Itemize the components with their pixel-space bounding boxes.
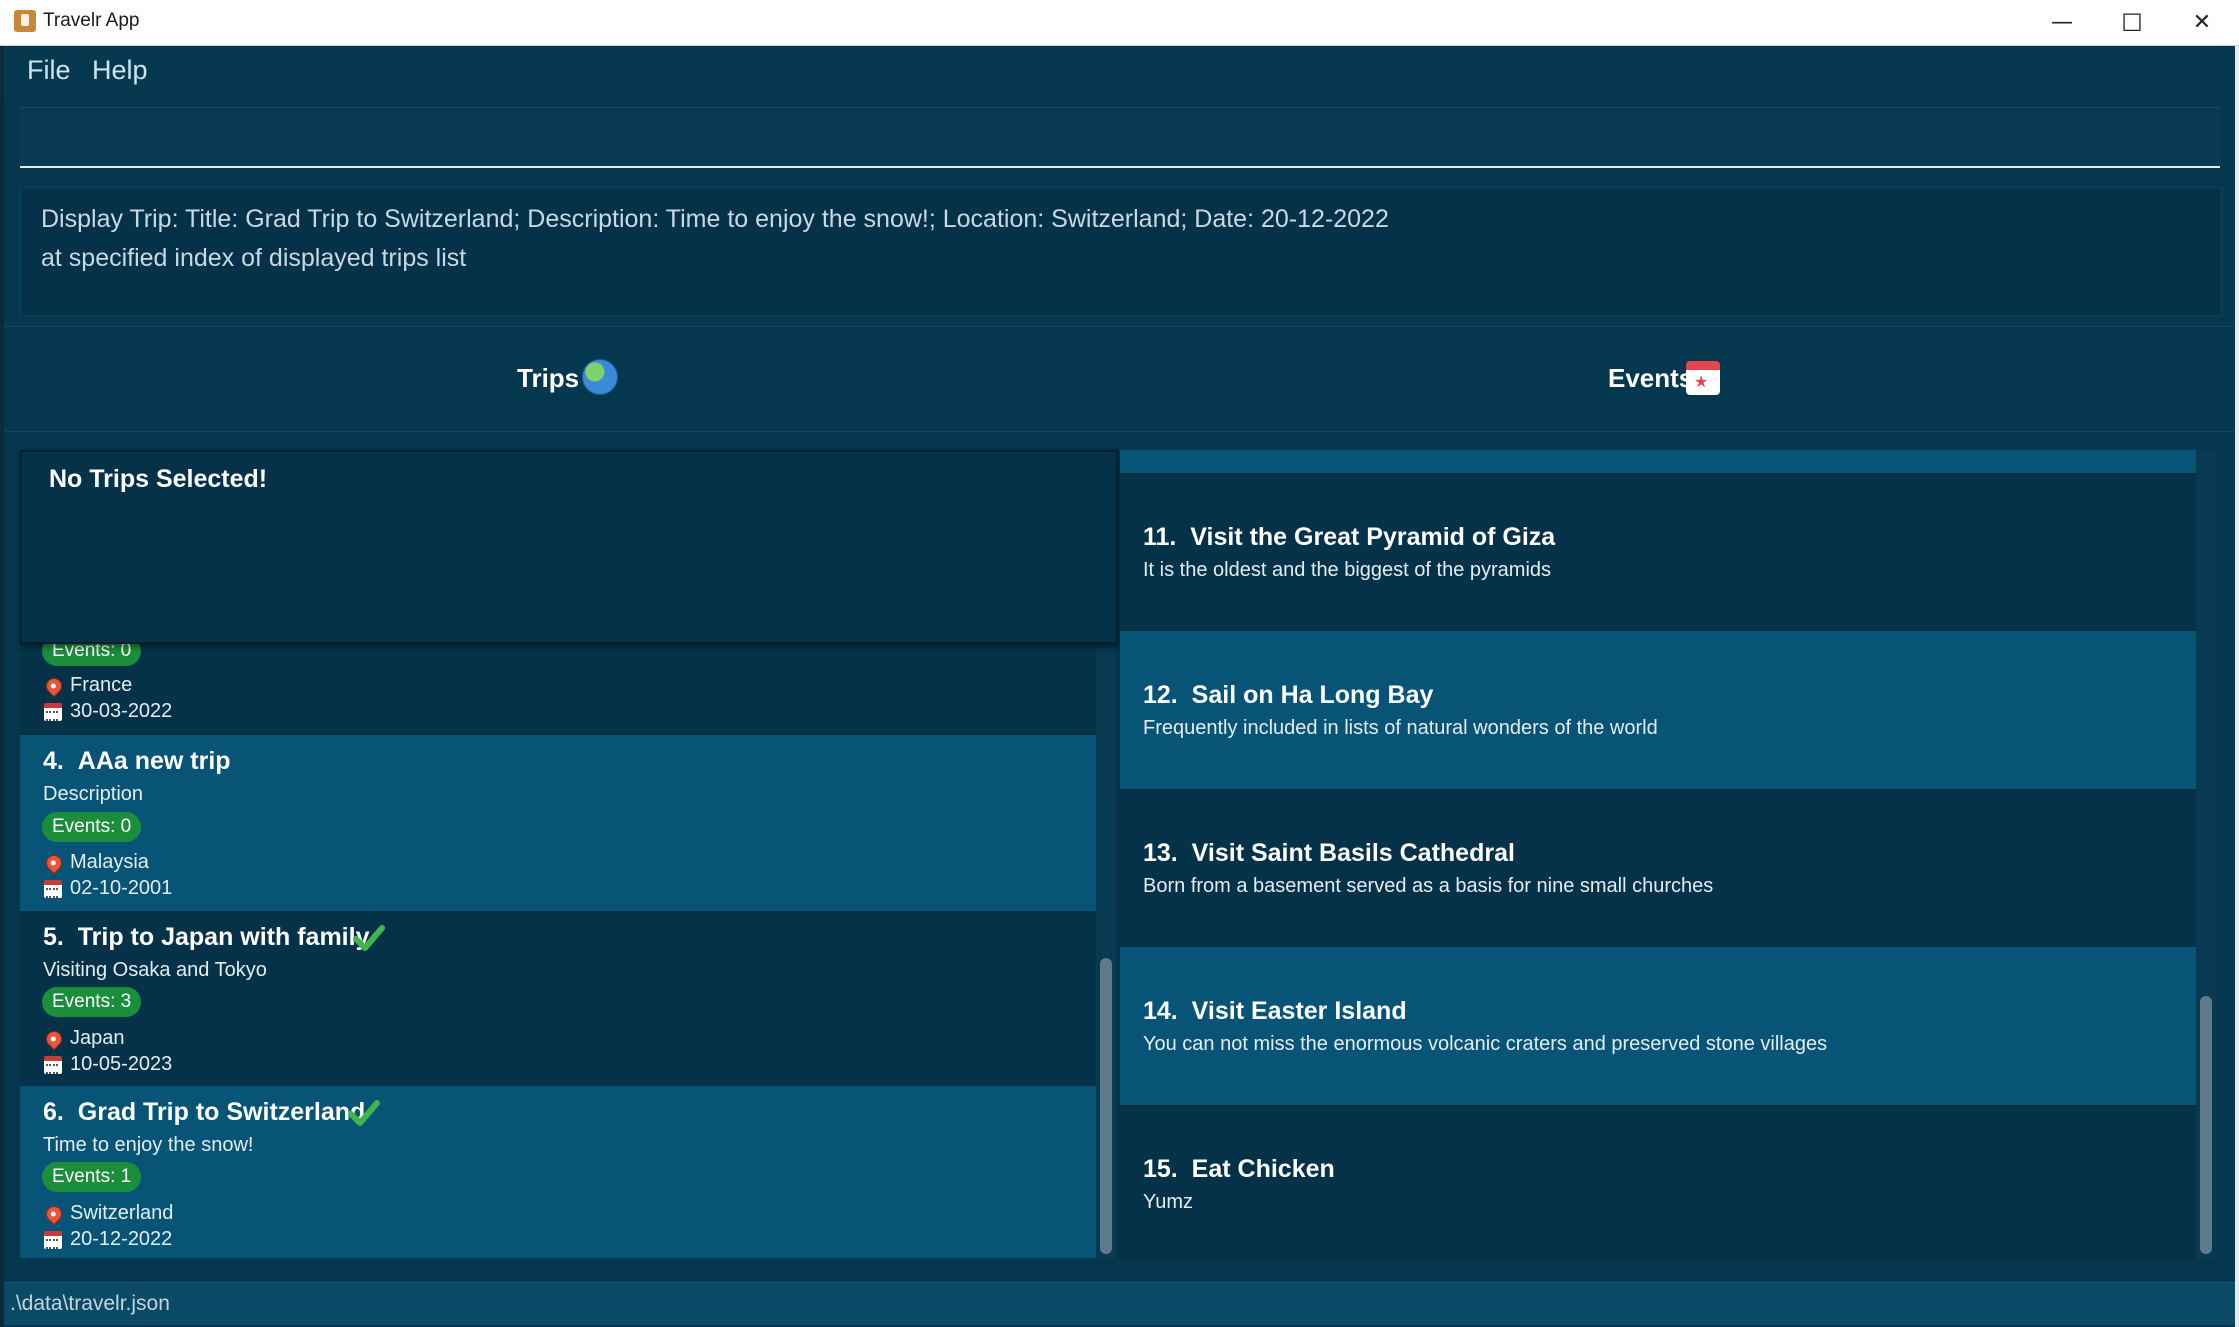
event-title: 13. Visit Saint Basils Cathedral xyxy=(1143,839,1515,868)
event-description: You can not miss the enormous volcanic c… xyxy=(1143,1033,1828,1055)
trip-date: 02-10-2001 xyxy=(70,877,173,899)
event-title-text: Visit Easter Island xyxy=(1191,997,1407,1025)
event-title-text: Eat Chicken xyxy=(1191,1155,1335,1183)
completed-check-icon xyxy=(353,925,385,951)
trip-description: Time to enjoy the snow! xyxy=(43,1134,254,1156)
trip-location: Switzerland xyxy=(70,1202,174,1224)
menu-help[interactable]: Help xyxy=(92,55,148,86)
globe-icon xyxy=(582,359,618,395)
event-title-text: Sail on Ha Long Bay xyxy=(1191,681,1434,709)
completed-check-icon xyxy=(348,1100,380,1126)
event-index: 12. xyxy=(1143,681,1178,709)
trip-title: 4. AAa new trip xyxy=(43,747,231,776)
command-input[interactable] xyxy=(20,107,2220,168)
location-pin-icon xyxy=(42,1202,66,1226)
data-file-path: .\data\travelr.json xyxy=(10,1292,170,1315)
trip-location: Malaysia xyxy=(70,851,149,873)
trip-title: 5. Trip to Japan with family xyxy=(43,923,369,952)
no-trip-selected-message: No Trips Selected! xyxy=(49,465,268,493)
event-index: 13. xyxy=(1143,839,1178,867)
status-bar: .\data\travelr.json xyxy=(4,1282,2235,1325)
trip-card[interactable]: 6. Grad Trip to Switzerland Time to enjo… xyxy=(20,1086,1096,1258)
app-icon xyxy=(14,10,36,32)
event-card[interactable]: 15. Eat Chicken Yumz xyxy=(1120,1105,2196,1260)
minimize-button[interactable]: — xyxy=(2027,0,2097,45)
trip-title-text: AAa new trip xyxy=(77,747,231,775)
trip-card[interactable]: 5. Trip to Japan with family Visiting Os… xyxy=(20,911,1096,1086)
result-line-1: Display Trip: Title: Grad Trip to Switze… xyxy=(41,205,1389,233)
event-title-text: Visit the Great Pyramid of Giza xyxy=(1190,523,1556,551)
event-title: 11. Visit the Great Pyramid of Giza xyxy=(1143,523,1555,552)
event-index: 14. xyxy=(1143,997,1178,1025)
event-list[interactable]: 11. Visit the Great Pyramid of Giza It i… xyxy=(1120,450,2196,1260)
trip-title-text: Trip to Japan with family xyxy=(77,923,370,951)
event-description: It is the oldest and the biggest of the … xyxy=(1143,559,1552,581)
trip-index: 4. xyxy=(43,747,64,775)
location-pin-icon xyxy=(42,674,66,698)
window-left-border xyxy=(0,46,4,1327)
date-calendar-icon xyxy=(44,703,62,721)
location-pin-icon xyxy=(42,851,66,875)
date-calendar-icon xyxy=(44,880,62,898)
trip-date: 10-05-2023 xyxy=(70,1053,173,1075)
event-title-text: Visit Saint Basils Cathedral xyxy=(1191,839,1515,867)
trip-card[interactable]: 4. AAa new trip Description Events: 0 Ma… xyxy=(20,735,1096,911)
trip-location: France xyxy=(70,674,133,696)
menu-bar: File Help xyxy=(4,46,2235,98)
maximize-button[interactable]: ☐ xyxy=(2097,0,2167,45)
events-count-badge: Events: 1 xyxy=(42,1162,142,1192)
trip-location: Japan xyxy=(70,1027,125,1049)
location-pin-icon xyxy=(42,1027,66,1051)
trip-date: 30-03-2022 xyxy=(70,700,173,722)
event-list-scrollbar[interactable] xyxy=(2196,450,2216,1258)
trip-title-text: Grad Trip to Switzerland xyxy=(77,1098,366,1126)
tab-trips[interactable]: Trips xyxy=(517,363,579,394)
list-headers: Trips Events xyxy=(4,326,2235,432)
tab-events[interactable]: Events xyxy=(1608,363,1693,394)
events-count-badge: Events: 0 xyxy=(42,812,142,842)
event-index: 11. xyxy=(1143,523,1177,551)
minimize-icon: — xyxy=(2051,10,2073,35)
close-icon: ✕ xyxy=(2192,10,2212,35)
result-text: Display Trip: Title: Grad Trip to Switze… xyxy=(41,200,1389,278)
window-title: Travelr App xyxy=(43,10,140,31)
result-display: Display Trip: Title: Grad Trip to Switze… xyxy=(20,187,2222,316)
event-description: Frequently included in lists of natural … xyxy=(1143,717,1658,739)
trip-index: 5. xyxy=(43,923,64,951)
selected-trip-panel: No Trips Selected! xyxy=(20,450,1118,644)
event-title: 14. Visit Easter Island xyxy=(1143,997,1407,1026)
trip-list-scrollbar[interactable] xyxy=(1096,648,1116,1258)
window-titlebar: Travelr App — ☐ ✕ xyxy=(0,0,2239,46)
trip-description: Description xyxy=(43,783,144,805)
close-button[interactable]: ✕ xyxy=(2167,0,2237,45)
event-card[interactable]: 12. Sail on Ha Long Bay Frequently inclu… xyxy=(1120,631,2196,789)
event-title: 12. Sail on Ha Long Bay xyxy=(1143,681,1433,710)
calendar-icon xyxy=(1686,361,1720,395)
trip-title: 6. Grad Trip to Switzerland xyxy=(43,1098,365,1127)
menu-file[interactable]: File xyxy=(27,55,71,86)
trip-list-scroll-thumb[interactable] xyxy=(1100,958,1112,1254)
trip-description: Visiting Osaka and Tokyo xyxy=(43,959,267,981)
trip-date: 20-12-2022 xyxy=(70,1228,173,1250)
event-description: Born from a basement served as a basis f… xyxy=(1143,875,1714,897)
window-right-border xyxy=(2235,46,2239,1327)
event-title: 15. Eat Chicken xyxy=(1143,1155,1335,1184)
events-count-badge: Events: 3 xyxy=(42,987,142,1017)
event-index: 15. xyxy=(1143,1155,1178,1183)
event-card[interactable]: 11. Visit the Great Pyramid of Giza It i… xyxy=(1120,473,2196,631)
event-list-scroll-thumb[interactable] xyxy=(2200,996,2212,1254)
date-calendar-icon xyxy=(44,1056,62,1074)
result-line-2: at specified index of displayed trips li… xyxy=(41,244,467,272)
event-card[interactable]: 13. Visit Saint Basils Cathedral Born fr… xyxy=(1120,789,2196,947)
maximize-icon: ☐ xyxy=(2121,8,2143,37)
event-description: Yumz xyxy=(1143,1191,1194,1213)
date-calendar-icon xyxy=(44,1231,62,1249)
trip-index: 6. xyxy=(43,1098,64,1126)
event-card[interactable] xyxy=(1120,450,2196,473)
event-card[interactable]: 14. Visit Easter Island You can not miss… xyxy=(1120,947,2196,1105)
